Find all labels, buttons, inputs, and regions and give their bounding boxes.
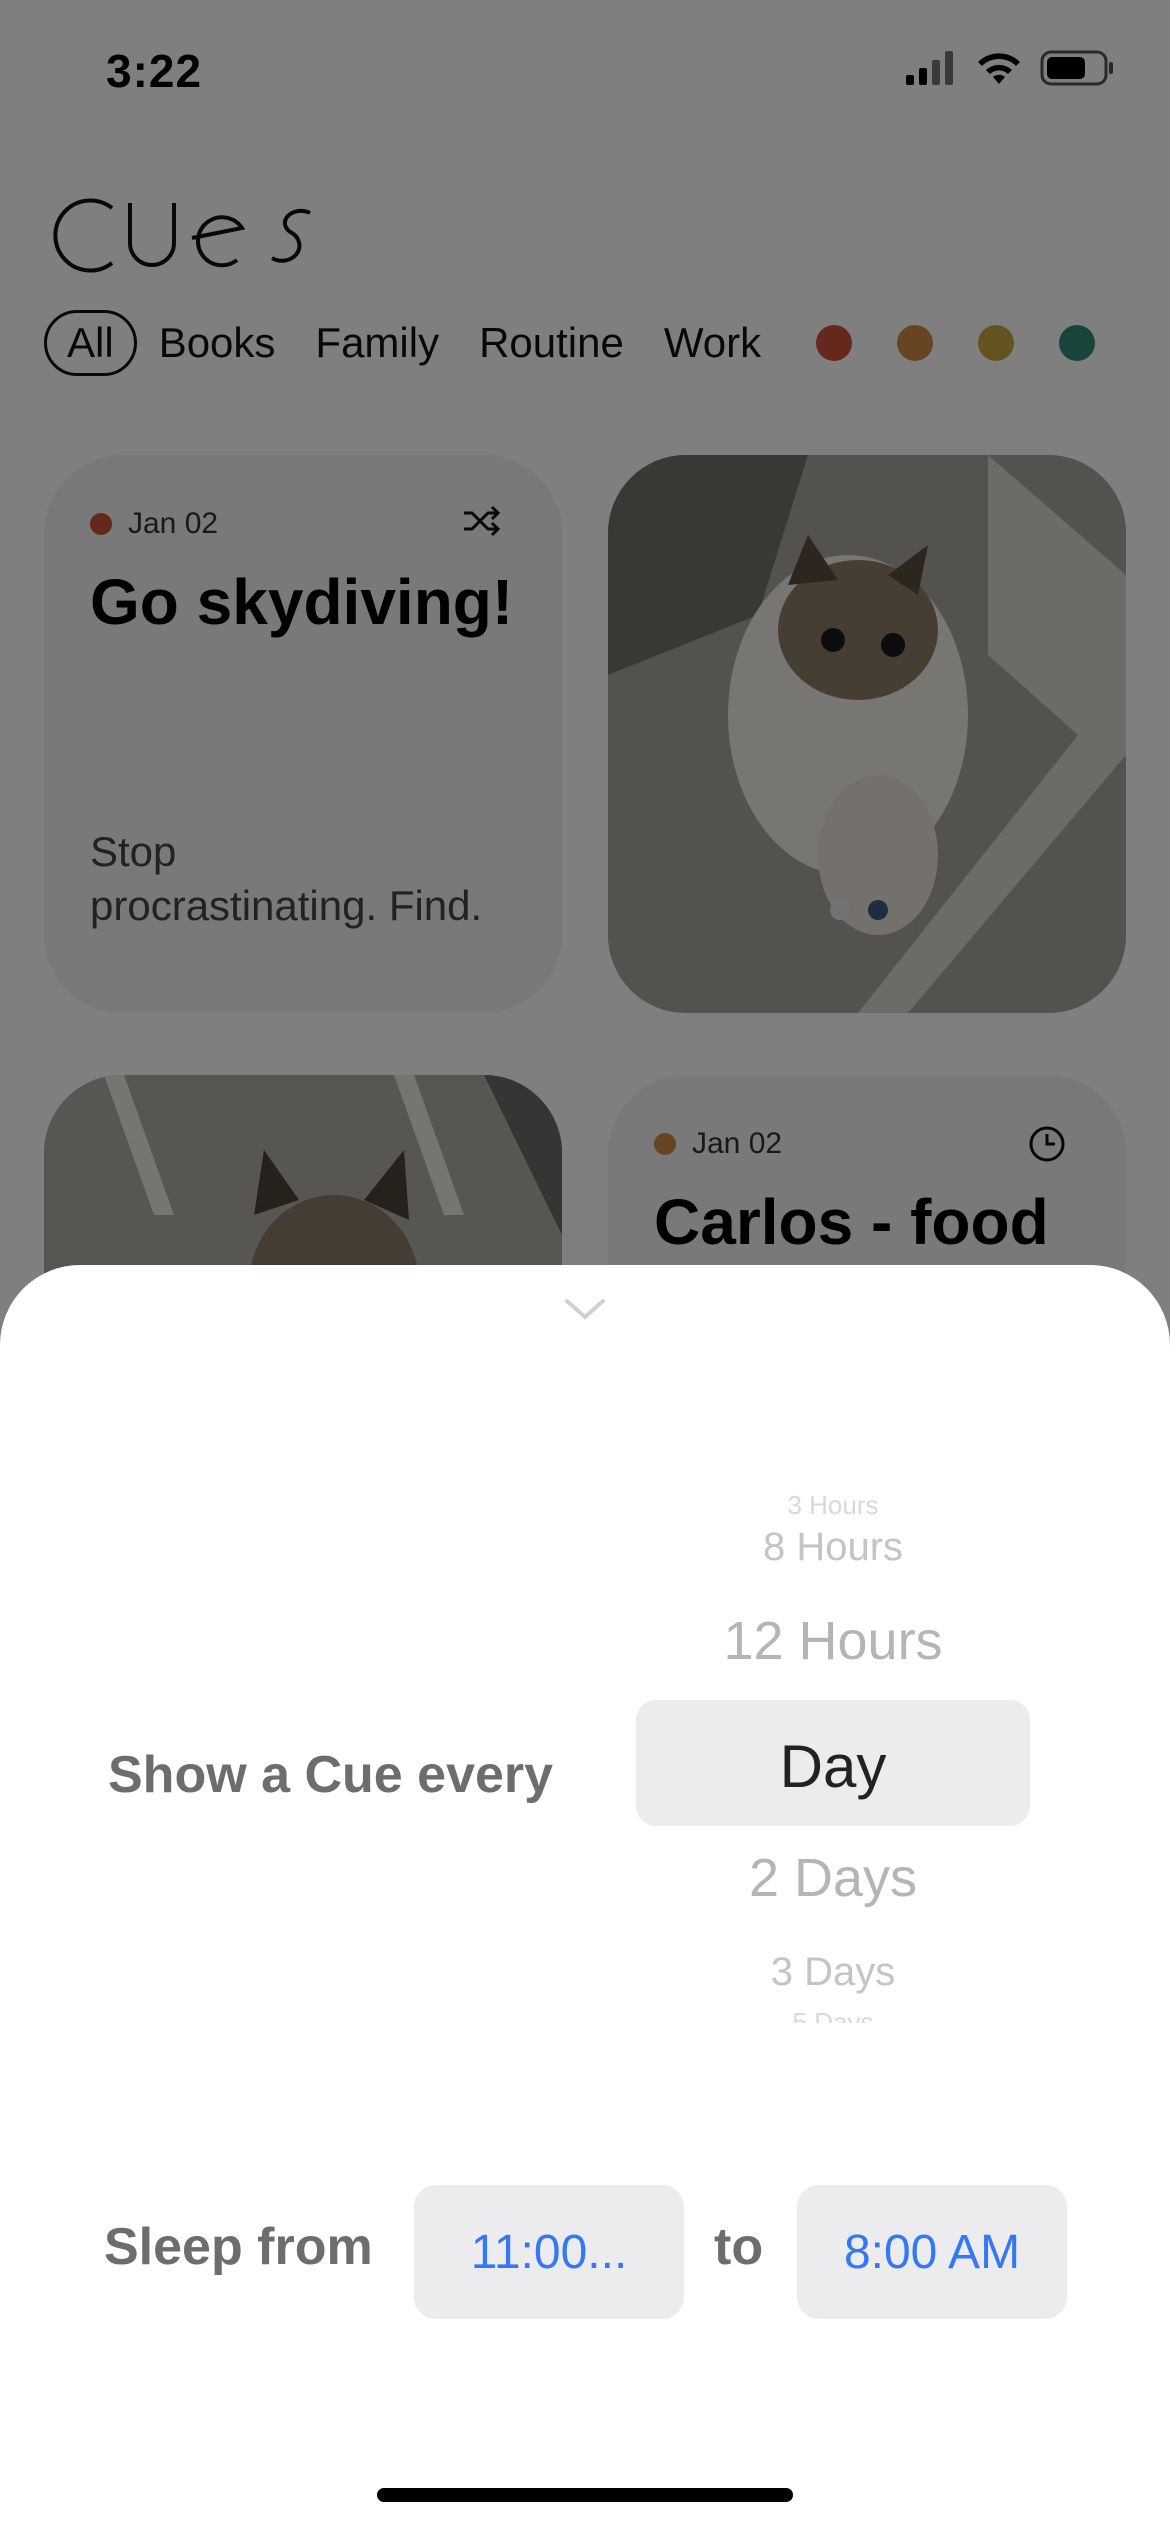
picker-option[interactable]: 8 Hours: [636, 1525, 1030, 1570]
picker-option[interactable]: 3 Days: [636, 1950, 1030, 1995]
picker-option-selected[interactable]: Day: [636, 1732, 1030, 1801]
to-label: to: [714, 2218, 764, 2276]
frequency-bottom-sheet: Show a Cue every 3 Hours 8 Hours 12 Hour…: [0, 1265, 1170, 2532]
show-cue-label: Show a Cue every: [108, 1746, 554, 1804]
home-indicator[interactable]: [377, 2488, 793, 2502]
chevron-down-icon[interactable]: [563, 1297, 607, 1323]
picker-option[interactable]: 3 Hours: [636, 1490, 1030, 1516]
picker-option[interactable]: 2 Days: [636, 1847, 1030, 1909]
sleep-start-time-button[interactable]: 11:00...: [414, 2185, 684, 2319]
sleep-from-label: Sleep from: [104, 2218, 373, 2276]
picker-option[interactable]: 5 Days: [636, 2007, 1030, 2023]
sleep-end-time-button[interactable]: 8:00 AM: [797, 2185, 1067, 2319]
picker-option[interactable]: 12 Hours: [636, 1610, 1030, 1672]
